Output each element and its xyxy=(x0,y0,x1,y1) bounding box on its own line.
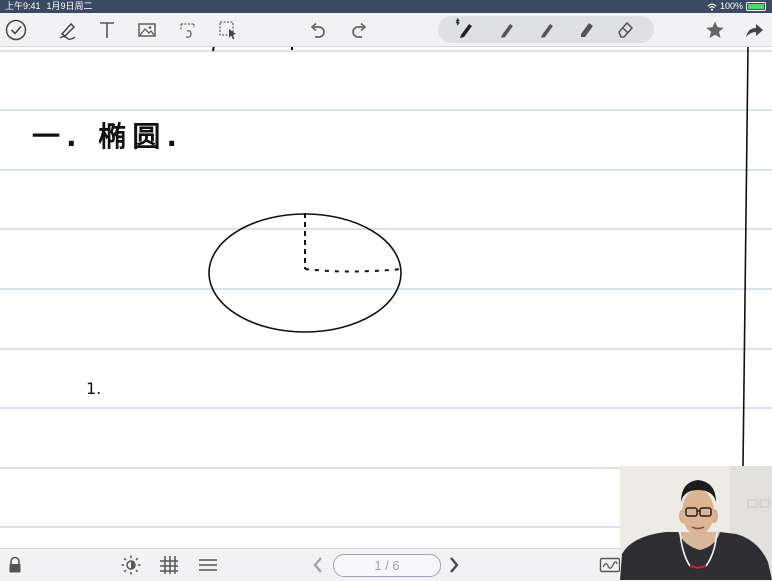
eraser-icon[interactable] xyxy=(612,16,638,42)
lasso-icon[interactable] xyxy=(175,17,201,43)
ink-stroke-top xyxy=(212,47,215,52)
prev-page-icon[interactable] xyxy=(306,553,330,577)
text-icon[interactable] xyxy=(94,17,120,43)
ellipse-sketch xyxy=(208,213,402,333)
lines-icon[interactable] xyxy=(196,553,220,577)
note-heading: 一. 椭圆. xyxy=(32,120,184,153)
bluetooth-pen-icon[interactable] xyxy=(451,16,477,42)
grid-icon[interactable] xyxy=(157,553,181,577)
semi-major-axis xyxy=(304,268,402,273)
status-time: 上午9:41 xyxy=(5,1,41,11)
pen-icon[interactable] xyxy=(533,16,559,42)
wifi-icon xyxy=(707,3,717,11)
signature-icon[interactable] xyxy=(598,553,622,577)
share-icon[interactable] xyxy=(741,17,767,43)
top-toolbar xyxy=(0,13,772,47)
webcam-overlay xyxy=(620,466,772,580)
image-icon[interactable] xyxy=(134,17,160,43)
status-bar: 上午9:41 1月9日周二 100% xyxy=(0,0,772,13)
check-circle-icon[interactable] xyxy=(3,17,29,43)
battery-percent: 100% xyxy=(719,1,743,11)
lock-icon[interactable] xyxy=(3,553,27,577)
page-indicator[interactable]: 1 / 6 xyxy=(333,554,441,577)
selection-icon[interactable] xyxy=(215,17,241,43)
undo-icon[interactable] xyxy=(304,17,330,43)
list-marker: 1. xyxy=(86,379,102,398)
battery-icon xyxy=(746,2,766,11)
status-date: 1月9日周二 xyxy=(46,1,93,11)
next-page-icon[interactable] xyxy=(442,553,466,577)
pen-tool-icon[interactable] xyxy=(55,17,81,43)
pen-icon[interactable] xyxy=(493,16,519,42)
redo-icon[interactable] xyxy=(347,17,373,43)
brightness-icon[interactable] xyxy=(119,553,143,577)
highlighter-icon[interactable] xyxy=(573,16,599,42)
presenter-video xyxy=(620,466,772,580)
star-icon[interactable] xyxy=(702,17,728,43)
pen-selector xyxy=(438,16,654,43)
